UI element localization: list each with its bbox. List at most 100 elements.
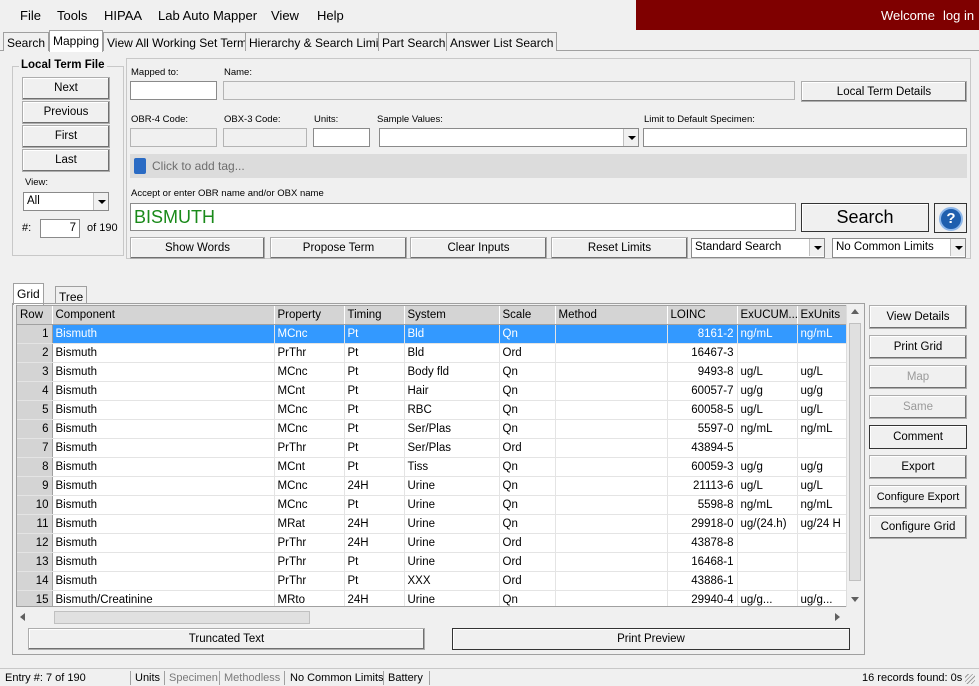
status-specimen[interactable]: Specimen xyxy=(169,672,218,684)
status-common-limits[interactable]: No Common Limits xyxy=(290,672,384,684)
cell-timing[interactable]: Pt xyxy=(344,457,405,477)
col-header-method[interactable]: Method xyxy=(555,306,668,325)
common-limits-select[interactable]: No Common Limits xyxy=(832,238,966,258)
cell-exucum[interactable] xyxy=(737,533,798,553)
cell-method[interactable] xyxy=(555,362,668,382)
horizontal-scrollbar[interactable] xyxy=(16,609,846,626)
cell-exucum[interactable]: ng/mL xyxy=(737,495,798,515)
cell-row-number[interactable]: 14 xyxy=(17,571,53,591)
cell-exunits[interactable]: ug/g... xyxy=(797,590,848,606)
resize-grip-icon[interactable] xyxy=(965,674,975,684)
login-link[interactable]: log in xyxy=(943,8,974,23)
menu-file[interactable]: File xyxy=(20,8,41,23)
vertical-scrollbar[interactable] xyxy=(846,305,862,607)
cell-exunits[interactable]: ng/mL xyxy=(797,419,848,439)
sample-values-select[interactable] xyxy=(379,128,639,147)
col-header-row[interactable]: Row xyxy=(17,306,53,325)
cell-system[interactable]: Urine xyxy=(404,514,500,534)
table-row[interactable]: 5 Bismuth MCnc Pt RBC Qn 60058-5 ug/L ug/L xyxy=(17,400,848,420)
cell-system[interactable]: Hair xyxy=(404,381,500,401)
cell-component[interactable]: Bismuth xyxy=(52,552,275,572)
cell-exucum[interactable]: ug/g... xyxy=(737,590,798,606)
cell-system[interactable]: RBC xyxy=(404,400,500,420)
cell-system[interactable]: Ser/Plas xyxy=(404,419,500,439)
cell-row-number[interactable]: 13 xyxy=(17,552,53,572)
search-mode-select[interactable]: Standard Search xyxy=(691,238,825,258)
cell-method[interactable] xyxy=(555,590,668,606)
cell-timing[interactable]: Pt xyxy=(344,362,405,382)
cell-exucum[interactable]: ng/mL xyxy=(737,324,798,344)
col-header-component[interactable]: Component xyxy=(52,306,275,325)
cell-component[interactable]: Bismuth xyxy=(52,343,275,363)
col-header-exunits[interactable]: ExUnits xyxy=(797,306,848,325)
cell-exunits[interactable]: ng/mL xyxy=(797,495,848,515)
mapped-to-field[interactable] xyxy=(130,81,217,100)
view-details-button[interactable]: View Details xyxy=(869,305,967,329)
cell-timing[interactable]: Pt xyxy=(344,324,405,344)
cell-method[interactable] xyxy=(555,533,668,553)
cell-component[interactable]: Bismuth xyxy=(52,381,275,401)
first-button[interactable]: First xyxy=(22,125,110,148)
cell-exucum[interactable]: ug/L xyxy=(737,476,798,496)
cell-timing[interactable]: 24H xyxy=(344,476,405,496)
cell-row-number[interactable]: 4 xyxy=(17,381,53,401)
cell-timing[interactable]: Pt xyxy=(344,343,405,363)
cell-scale[interactable]: Qn xyxy=(499,419,556,439)
cell-method[interactable] xyxy=(555,400,668,420)
limit-specimen-field[interactable] xyxy=(643,128,967,147)
table-row[interactable]: 12 Bismuth PrThr 24H Urine Ord 43878-8 xyxy=(17,533,848,553)
tab-mapping[interactable]: Mapping xyxy=(49,30,104,52)
scroll-up-icon[interactable] xyxy=(851,309,859,314)
cell-property[interactable]: PrThr xyxy=(274,343,345,363)
cell-exunits[interactable]: ug/g xyxy=(797,381,848,401)
obr4-field[interactable] xyxy=(130,128,217,147)
reset-limits-button[interactable]: Reset Limits xyxy=(551,237,688,259)
cell-component[interactable]: Bismuth xyxy=(52,400,275,420)
cell-property[interactable]: MCnc xyxy=(274,476,345,496)
cell-component[interactable]: Bismuth xyxy=(52,457,275,477)
cell-row-number[interactable]: 6 xyxy=(17,419,53,439)
cell-timing[interactable]: Pt xyxy=(344,381,405,401)
table-row[interactable]: 7 Bismuth PrThr Pt Ser/Plas Ord 43894-5 xyxy=(17,438,848,458)
cell-system[interactable]: XXX xyxy=(404,571,500,591)
clear-inputs-button[interactable]: Clear Inputs xyxy=(410,237,547,259)
menu-lab-auto-mapper[interactable]: Lab Auto Mapper xyxy=(158,8,257,23)
cell-loinc[interactable]: 8161-2 xyxy=(667,324,738,344)
table-row[interactable]: 9 Bismuth MCnc 24H Urine Qn 21113-6 ug/L ug/L xyxy=(17,476,848,496)
cell-scale[interactable]: Ord xyxy=(499,343,556,363)
same-button[interactable]: Same xyxy=(869,395,967,419)
propose-term-button[interactable]: Propose Term xyxy=(270,237,407,259)
cell-component[interactable]: Bismuth xyxy=(52,362,275,382)
cell-exunits[interactable] xyxy=(797,571,848,591)
truncated-text-button[interactable]: Truncated Text xyxy=(28,628,425,650)
cell-exucum[interactable] xyxy=(737,343,798,363)
help-button[interactable]: ? xyxy=(934,203,967,233)
cell-component[interactable]: Bismuth xyxy=(52,495,275,515)
cell-component[interactable]: Bismuth xyxy=(52,324,275,344)
cell-row-number[interactable]: 2 xyxy=(17,343,53,363)
cell-row-number[interactable]: 11 xyxy=(17,514,53,534)
cell-timing[interactable]: Pt xyxy=(344,419,405,439)
cell-exucum[interactable]: ug/g xyxy=(737,381,798,401)
cell-exunits[interactable]: ug/24 H xyxy=(797,514,848,534)
next-button[interactable]: Next xyxy=(22,77,110,100)
cell-row-number[interactable]: 12 xyxy=(17,533,53,553)
cell-loinc[interactable]: 43878-8 xyxy=(667,533,738,553)
cell-timing[interactable]: 24H xyxy=(344,514,405,534)
cell-method[interactable] xyxy=(555,571,668,591)
cell-component[interactable]: Bismuth xyxy=(52,533,275,553)
cell-loinc[interactable]: 9493-8 xyxy=(667,362,738,382)
tag-bar[interactable]: Click to add tag... xyxy=(130,154,967,178)
table-row[interactable]: 15 Bismuth/Creatinine MRto 24H Urine Qn 29940-… xyxy=(17,590,848,606)
cell-method[interactable] xyxy=(555,552,668,572)
table-row[interactable]: 13 Bismuth PrThr Pt Urine Ord 16468-1 xyxy=(17,552,848,572)
cell-component[interactable]: Bismuth xyxy=(52,419,275,439)
cell-timing[interactable]: Pt xyxy=(344,495,405,515)
table-row[interactable]: 10 Bismuth MCnc Pt Urine Qn 5598-8 ng/mL ng/mL xyxy=(17,495,848,515)
previous-button[interactable]: Previous xyxy=(22,101,110,124)
col-header-scale[interactable]: Scale xyxy=(499,306,556,325)
cell-row-number[interactable]: 15 xyxy=(17,590,53,606)
col-header-property[interactable]: Property xyxy=(274,306,345,325)
cell-property[interactable]: MCnc xyxy=(274,400,345,420)
cell-timing[interactable]: 24H xyxy=(344,533,405,553)
